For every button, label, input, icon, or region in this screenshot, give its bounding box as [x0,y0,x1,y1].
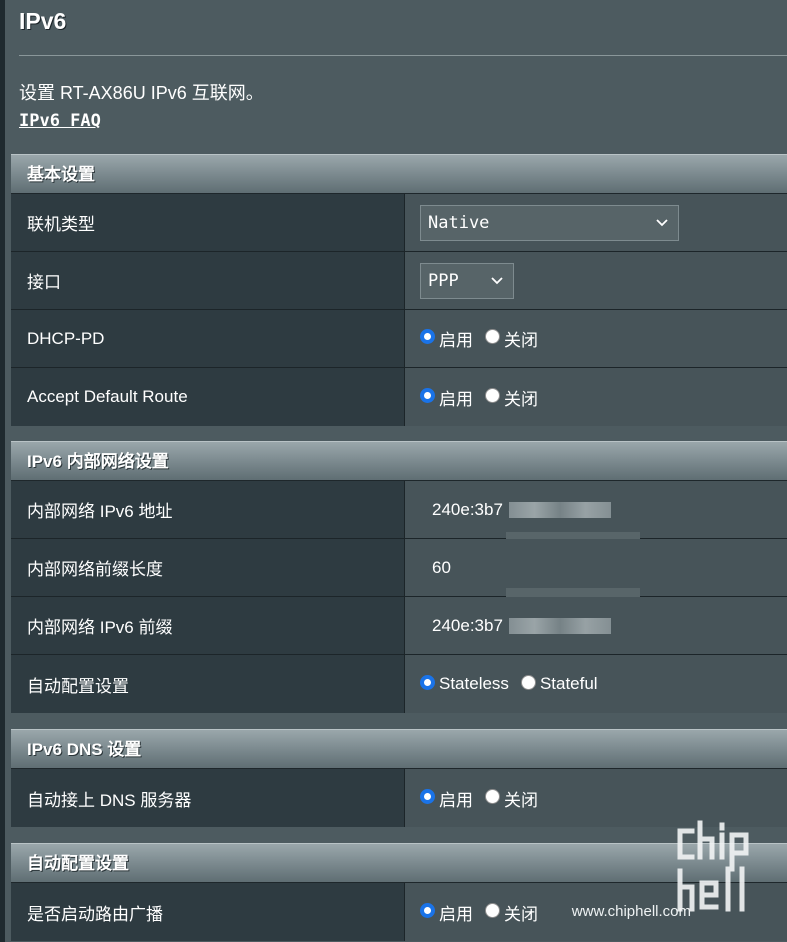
dhcp-pd-label: DHCP-PD [11,310,405,367]
watermark-url: www.chiphell.com [571,903,691,920]
accept-default-route-row: Accept Default Route 启用 关闭 [11,368,787,426]
interface-value: PPP [428,270,459,291]
router-advertisement-label: 是否启动路由广播 [11,883,405,941]
enable-label: 启用 [439,790,473,810]
lan-prefix-label: 内部网络 IPv6 前缀 [11,597,405,654]
dhcp-pd-row: DHCP-PD 启用 关闭 [11,310,787,368]
enable-label: 启用 [439,389,473,409]
connection-type-select[interactable]: Native [420,204,679,241]
basic-settings-section: 基本设置 联机类型 Native 接口 PPP DHCP-PD 启用 关闭 Ac… [11,154,787,426]
interface-select[interactable]: PPP [420,262,514,299]
enable-label: 启用 [439,331,473,350]
disable-label: 关闭 [504,389,538,409]
radio-checked-icon [420,674,435,690]
page-description: 设置 RT-AX86U IPv6 互联网。 [19,83,264,103]
section-header-lan: IPv6 内部网络设置 [11,441,787,481]
radio-unchecked-icon [485,329,500,344]
connection-type-row: 联机类型 Native [11,194,787,252]
lan-address-row: 内部网络 IPv6 地址 240e:3b7 [11,481,787,544]
radio-unchecked-icon [485,387,500,403]
section-header-basic: 基本设置 [11,154,787,194]
lan-address-label: 内部网络 IPv6 地址 [11,481,405,538]
disable-label: 关闭 [504,904,538,924]
auto-dns-enable-radio[interactable]: 启用 [420,786,473,811]
enable-label: 启用 [439,904,473,924]
stateful-radio[interactable]: Stateful [520,674,598,694]
redacted-blur [509,502,611,518]
interface-label: 接口 [11,252,405,309]
dhcp-pd-disable-radio[interactable]: 关闭 [485,326,538,351]
accept-route-disable-radio[interactable]: 关闭 [485,385,538,410]
connection-type-label: 联机类型 [11,194,405,251]
auto-dns-row: 自动接上 DNS 服务器 启用 关闭 [11,769,787,827]
interface-row: 接口 PPP [11,252,787,310]
stateful-label: Stateful [539,674,598,693]
disable-label: 关闭 [504,790,538,810]
lan-prefix-row: 内部网络 IPv6 前缀 240e:3b7 [11,597,787,655]
disable-label: 关闭 [504,331,538,350]
ipv6-faq-link[interactable]: IPv6 FAQ [19,111,101,131]
prefix-length-value: 60 [432,557,451,577]
redacted-blur [509,618,611,634]
left-frame-edge [0,0,5,942]
connection-type-value: Native [428,212,490,233]
section-header-autoconf: 自动配置设置 [11,843,787,883]
auto-dns-label: 自动接上 DNS 服务器 [11,769,405,827]
title-divider [19,55,787,56]
radio-checked-icon [420,902,435,918]
prefix-length-label: 内部网络前缀长度 [11,539,405,596]
stateless-label: Stateless [439,674,509,693]
accept-default-route-label: Accept Default Route [11,368,405,426]
accept-route-enable-radio[interactable]: 启用 [420,385,473,410]
page-title: IPv6 [19,8,67,34]
autoconfig-label: 自动配置设置 [11,655,405,713]
router-adv-disable-radio[interactable]: 关闭 [485,900,538,925]
radio-checked-icon [420,788,435,804]
router-adv-enable-radio[interactable]: 启用 [420,900,473,925]
chevron-down-icon [491,276,503,284]
lan-settings-section: IPv6 内部网络设置 内部网络 IPv6 地址 240e:3b7 内部网络前缀… [11,441,787,713]
section-header-dns: IPv6 DNS 设置 [11,729,787,769]
autoconf-settings-section: 自动配置设置 是否启动路由广播 启用 关闭 [11,843,787,941]
radio-unchecked-icon [520,674,536,690]
radio-checked-icon [420,387,435,403]
lan-prefix-value: 240e:3b7 [432,615,503,635]
lan-address-value: 240e:3b7 [432,499,503,519]
auto-dns-disable-radio[interactable]: 关闭 [485,786,538,811]
autoconfig-row: 自动配置设置 Stateless Stateful [11,655,787,713]
prefix-length-row: 内部网络前缀长度 60 [11,539,787,600]
radio-checked-icon [420,329,435,344]
chevron-down-icon [656,218,668,226]
dns-settings-section: IPv6 DNS 设置 自动接上 DNS 服务器 启用 关闭 [11,729,787,827]
radio-unchecked-icon [485,788,500,804]
dhcp-pd-enable-radio[interactable]: 启用 [420,326,473,351]
radio-unchecked-icon [485,902,500,918]
stateless-radio[interactable]: Stateless [420,674,509,694]
